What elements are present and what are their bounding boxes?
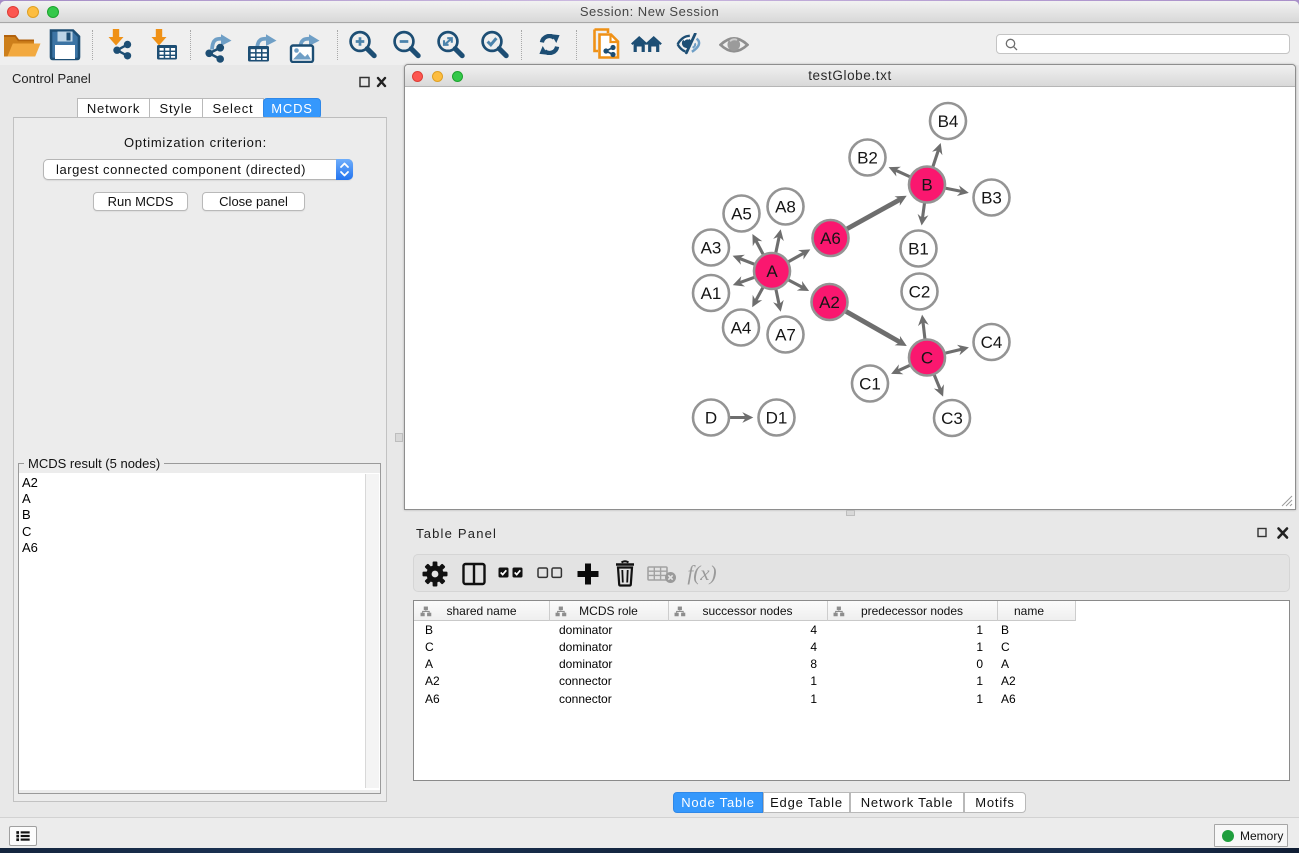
svg-text:B4: B4	[938, 112, 959, 131]
svg-text:A4: A4	[731, 319, 752, 338]
svg-text:A2: A2	[819, 293, 840, 312]
svg-text:A5: A5	[731, 205, 752, 224]
svg-text:B: B	[921, 176, 932, 195]
svg-text:C: C	[921, 349, 933, 368]
svg-text:A6: A6	[820, 229, 841, 248]
svg-text:A1: A1	[701, 284, 722, 303]
svg-text:A: A	[766, 262, 778, 281]
svg-text:D: D	[705, 409, 717, 428]
svg-text:C1: C1	[859, 375, 881, 394]
svg-text:D1: D1	[766, 409, 788, 428]
svg-text:A7: A7	[775, 326, 796, 345]
svg-text:A8: A8	[775, 198, 796, 217]
svg-text:C3: C3	[941, 409, 963, 428]
svg-text:B1: B1	[908, 240, 929, 259]
svg-text:C2: C2	[909, 283, 931, 302]
svg-text:B3: B3	[981, 189, 1002, 208]
svg-text:A3: A3	[701, 239, 722, 258]
svg-text:B2: B2	[857, 149, 878, 168]
svg-text:C4: C4	[981, 333, 1003, 352]
